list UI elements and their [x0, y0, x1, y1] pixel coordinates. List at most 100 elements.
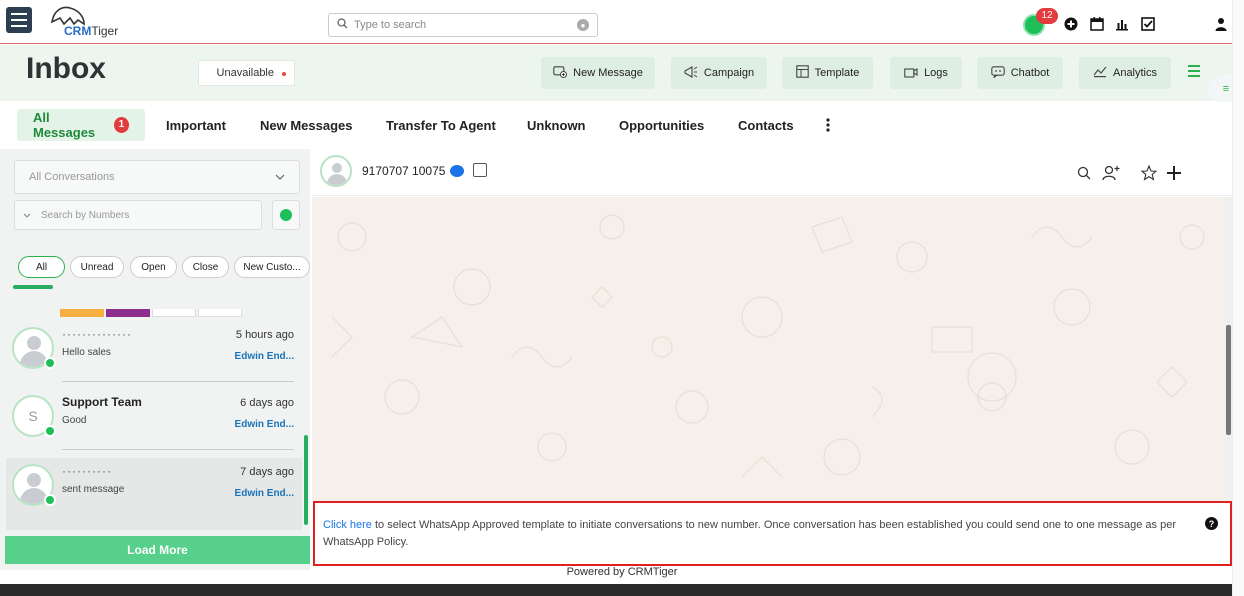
number-search-input[interactable]: Search by Numbers — [14, 200, 262, 230]
page-scrollbar[interactable] — [1232, 0, 1244, 596]
chevron-down-icon — [275, 171, 285, 183]
assigned-agent-link[interactable]: Edwin End... — [235, 488, 294, 499]
search-icon — [337, 18, 348, 32]
logo-text-crm: CRM — [64, 24, 92, 38]
pill-open[interactable]: Open — [130, 256, 177, 278]
divider — [62, 381, 294, 382]
unread-count-badge: 1 — [113, 117, 129, 133]
crmtiger-logo[interactable]: CRMTiger — [40, 4, 130, 40]
chat-bubble-icon[interactable] — [450, 165, 464, 177]
conversation-name: ·········· — [62, 464, 112, 478]
conversation-item[interactable]: ·············· 5 hours ago Hello sales E… — [6, 321, 302, 393]
analytics-label: Analytics — [1112, 67, 1158, 79]
tab-contacts[interactable]: Contacts — [736, 109, 796, 141]
user-icon[interactable] — [1213, 16, 1229, 32]
conversation-item[interactable]: ·········· 7 days ago sent message Edwin… — [6, 458, 302, 530]
tab-opportunities[interactable]: Opportunities — [617, 109, 706, 141]
tab-new-messages[interactable]: New Messages — [258, 109, 355, 141]
conversation-name: Support Team — [62, 395, 142, 409]
bottom-strip — [0, 584, 1244, 596]
tab-transfer-to-agent[interactable]: Transfer To Agent — [384, 109, 498, 141]
analytics-icon — [1093, 66, 1107, 81]
more-menu-icon[interactable] — [1188, 63, 1200, 79]
campaign-label: Campaign — [703, 67, 755, 79]
tab-unknown[interactable]: Unknown — [525, 109, 588, 141]
conversation-list-scrollbar[interactable] — [302, 305, 310, 535]
conversation-last-message: Hello sales — [62, 347, 111, 358]
conversation-last-message: Good — [62, 415, 87, 426]
pill-close[interactable]: Close — [182, 256, 229, 278]
powered-by-footer: Powered by CRMTiger — [566, 566, 678, 578]
chart-icon[interactable] — [1114, 16, 1130, 32]
whatsapp-icon — [44, 494, 56, 506]
agent-status-select[interactable]: Unavailable — [198, 60, 295, 86]
contact-card-icon[interactable] — [473, 163, 487, 177]
new-message-button[interactable]: New Message — [541, 57, 655, 89]
logs-label: Logs — [924, 67, 948, 79]
search-placeholder: Type to search — [354, 19, 427, 31]
template-button[interactable]: Template — [782, 57, 873, 89]
conversation-item[interactable]: S Support Team 6 days ago Good Edwin End… — [6, 389, 302, 461]
conversation-last-message: sent message — [62, 484, 125, 495]
policy-notice-text: Click here to select WhatsApp Approved t… — [323, 517, 1193, 551]
checkbox-icon[interactable] — [1140, 16, 1156, 32]
contact-number: 9170707 10075 — [362, 164, 446, 178]
tab-all-messages[interactable]: All Messages 1 — [17, 109, 145, 141]
pill-all[interactable]: All — [18, 256, 65, 278]
policy-notice-body: to select WhatsApp Approved template to … — [323, 519, 1177, 548]
tab-all-messages-label: All Messages — [33, 110, 96, 140]
new-message-label: New Message — [573, 67, 643, 79]
analytics-button[interactable]: Analytics — [1079, 57, 1171, 89]
plus-circle-icon[interactable] — [1063, 16, 1079, 32]
template-icon — [795, 65, 809, 81]
tag-strip — [60, 306, 250, 317]
conversation-time: 5 hours ago — [235, 329, 294, 341]
page-title: Inbox — [26, 52, 106, 85]
agent-status-label: Unavailable — [216, 67, 274, 79]
filter-pills-scrollbar[interactable] — [7, 283, 302, 291]
conversation-time: 6 days ago — [240, 397, 294, 409]
template-label: Template — [814, 67, 860, 79]
conversation-filter-select[interactable]: All Conversations — [14, 160, 300, 194]
logo-text-tiger: Tiger — [91, 24, 119, 38]
logs-button[interactable]: Logs — [890, 57, 962, 89]
select-template-link[interactable]: Click here — [323, 519, 372, 531]
chat-wallpaper-pattern — [331, 214, 1205, 478]
tabs-more-icon[interactable] — [824, 109, 832, 141]
chat-scrollbar[interactable] — [1225, 197, 1232, 501]
star-icon[interactable] — [1140, 164, 1158, 182]
assigned-agent-link[interactable]: Edwin End... — [235, 351, 294, 362]
campaign-button[interactable]: Campaign — [671, 57, 767, 89]
conversation-filter-label: All Conversations — [29, 171, 115, 183]
status-dot-icon — [282, 72, 286, 76]
global-search-input[interactable]: Type to search ● — [328, 13, 598, 37]
search-icon[interactable] — [1075, 164, 1093, 182]
add-icon[interactable] — [1165, 164, 1183, 182]
chevron-down-icon — [23, 210, 31, 221]
whatsapp-icon — [44, 425, 56, 437]
help-icon[interactable]: ? — [1205, 517, 1218, 530]
campaign-icon — [684, 65, 698, 81]
filter-icon[interactable] — [272, 200, 300, 230]
whatsapp-icon — [44, 357, 56, 369]
pill-unread[interactable]: Unread — [70, 256, 124, 278]
hamburger-menu-icon[interactable] — [6, 7, 32, 33]
pill-new-customer[interactable]: New Custo... — [234, 256, 310, 278]
top-bar — [0, 0, 1244, 44]
chatbot-button[interactable]: Chatbot — [977, 57, 1063, 89]
conversation-time: 7 days ago — [240, 466, 294, 478]
number-search-placeholder: Search by Numbers — [41, 209, 130, 221]
divider — [62, 449, 294, 450]
clear-search-icon[interactable]: ● — [577, 19, 589, 31]
chat-messages-area — [312, 197, 1225, 501]
calendar-icon[interactable] — [1089, 16, 1105, 32]
contact-avatar[interactable] — [320, 155, 352, 187]
load-more-button[interactable]: Load More — [5, 536, 310, 564]
logs-icon — [904, 66, 918, 81]
assigned-agent-link[interactable]: Edwin End... — [235, 419, 294, 430]
chatbot-icon — [990, 65, 1005, 81]
conversation-name: ·············· — [62, 327, 132, 341]
chatbot-label: Chatbot — [1010, 67, 1050, 79]
tab-important[interactable]: Important — [164, 109, 228, 141]
add-user-icon[interactable] — [1102, 164, 1120, 182]
